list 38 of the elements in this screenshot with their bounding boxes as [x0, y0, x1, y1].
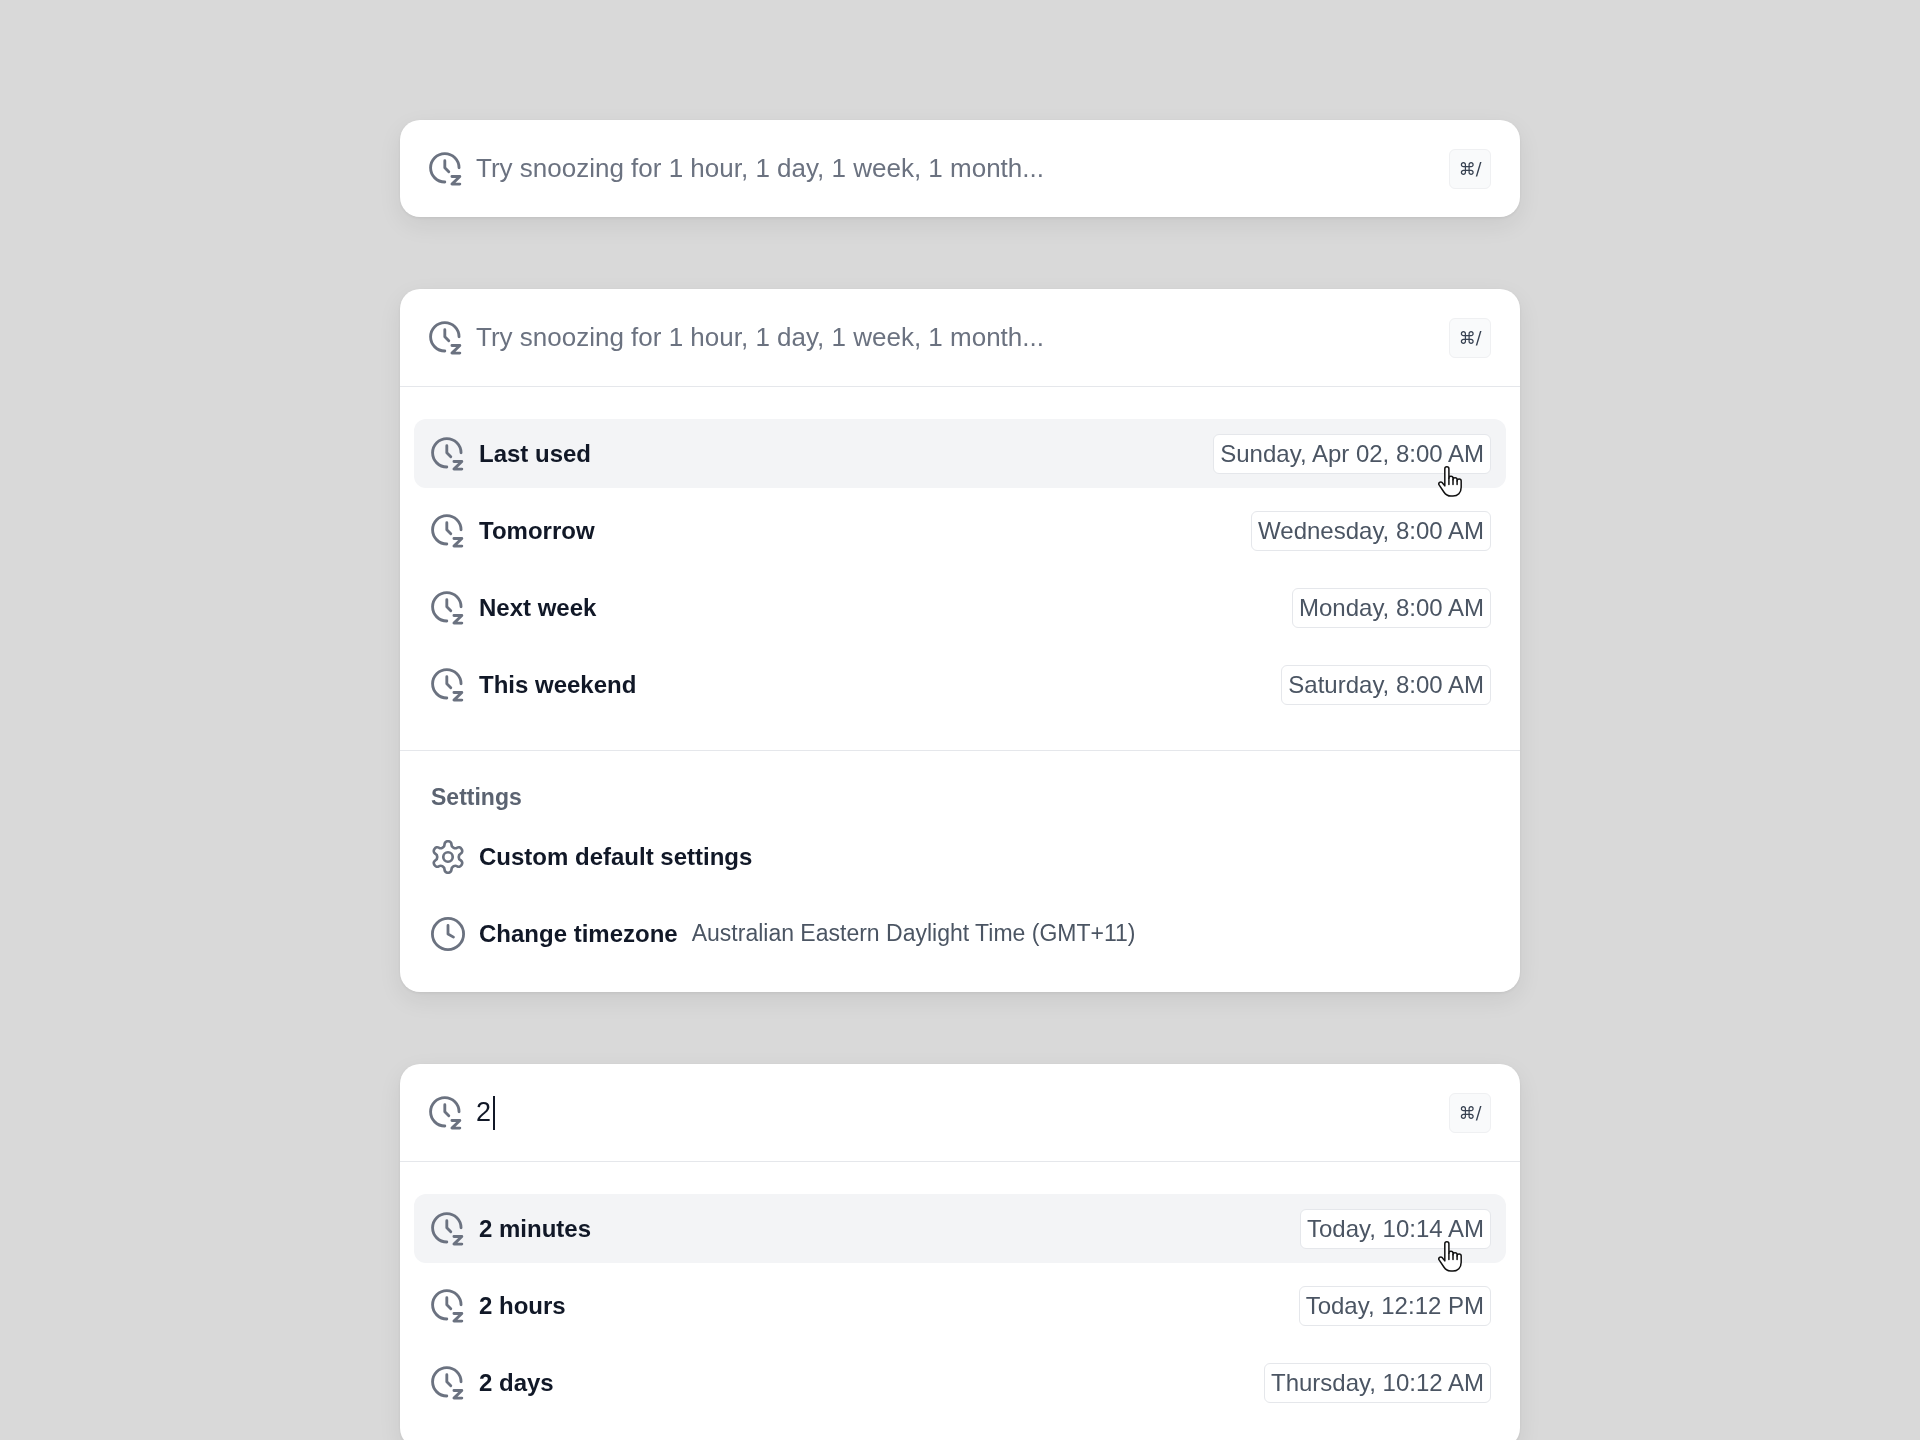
snooze-time: Monday, 8:00 AM [1292, 587, 1491, 628]
clock-snooze-icon [431, 667, 465, 702]
keyboard-shortcut: ⌘/ [1449, 148, 1491, 189]
clock-snooze-icon [431, 436, 465, 471]
keyboard-shortcut: ⌘/ [1449, 1092, 1491, 1133]
menu-item[interactable]: Next week Monday, 8:00 AM [414, 573, 1506, 642]
search-bar[interactable]: Try snoozing for 1 hour, 1 day, 1 week, 1 month... ⌘/ [400, 120, 1520, 217]
text-caret-icon [493, 1095, 496, 1130]
search-field[interactable]: 2 [476, 1088, 1436, 1137]
snooze-time: Wednesday, 8:00 AM [1251, 510, 1491, 551]
pointer-cursor-icon [1438, 466, 1462, 497]
clock-snooze-icon [429, 320, 463, 355]
snooze-time: Today, 10:14 AM [1300, 1208, 1491, 1249]
timezone-name: Australian Eastern Daylight Time (GMT+11) [691, 920, 1136, 947]
snooze-time: Sunday, Apr 02, 8:00 AM [1213, 433, 1491, 474]
snooze-time: Today, 12:12 PM [1298, 1285, 1491, 1326]
clock-snooze-icon [431, 1365, 465, 1400]
menu-item[interactable]: This weekend Saturday, 8:00 AM [414, 650, 1506, 719]
menu-item[interactable]: Tomorrow Wednesday, 8:00 AM [414, 496, 1506, 565]
section-heading: Settings [431, 783, 522, 812]
clock-snooze-icon [431, 1211, 465, 1246]
clock-snooze-icon [431, 513, 465, 548]
gear-icon [431, 839, 465, 874]
clock-icon [431, 916, 465, 951]
snooze-time: Thursday, 10:12 AM [1264, 1362, 1491, 1403]
menu-item[interactable]: 2 days Thursday, 10:12 AM [414, 1348, 1506, 1417]
menu-item[interactable]: Custom default settings [414, 822, 1506, 891]
search-field[interactable]: Try snoozing for 1 hour, 1 day, 1 week, 1 month... [476, 144, 1436, 193]
menu-item[interactable]: Change timezone Australian Eastern Daylight Time (GMT+11) [414, 899, 1506, 968]
pointer-cursor-icon [1438, 1241, 1462, 1272]
keyboard-shortcut: ⌘/ [1449, 317, 1491, 358]
clock-snooze-icon [431, 1288, 465, 1323]
clock-snooze-icon [429, 1095, 463, 1130]
snooze-time: Saturday, 8:00 AM [1281, 664, 1491, 705]
search-field[interactable]: Try snoozing for 1 hour, 1 day, 1 week, 1 month... [476, 313, 1436, 362]
menu-item[interactable]: 2 hours Today, 12:12 PM [414, 1271, 1506, 1340]
clock-snooze-icon [431, 590, 465, 625]
clock-snooze-icon [429, 151, 463, 186]
